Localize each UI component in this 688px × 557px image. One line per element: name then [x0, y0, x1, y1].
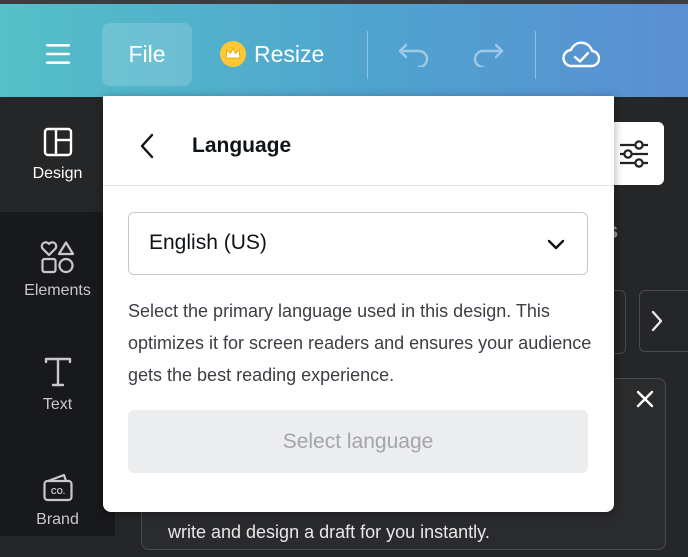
crown-icon	[220, 41, 246, 67]
info-card-text: write and design a draft for you instant…	[168, 522, 490, 542]
redo-button[interactable]	[466, 34, 510, 74]
sliders-icon	[620, 139, 648, 168]
sidebar-item-label: Text	[42, 395, 73, 413]
toolbar-divider	[535, 31, 536, 79]
resize-label: Resize	[254, 40, 325, 67]
sidebar-item-brand[interactable]: CO. Brand	[0, 442, 115, 557]
language-popup: Language English (US) Select the primary…	[103, 96, 614, 512]
chevron-down-icon	[547, 239, 565, 250]
file-button[interactable]: File	[102, 23, 192, 86]
sidebar-item-label: Elements	[24, 281, 91, 299]
sidebar-item-design[interactable]: Design	[0, 97, 115, 212]
popup-header: Language	[103, 96, 614, 186]
menu-button[interactable]	[36, 32, 80, 76]
chevron-right-icon	[651, 310, 663, 332]
cloud-check-icon	[562, 41, 600, 68]
sidebar-item-label: Design	[32, 164, 83, 182]
top-bar: File Resize	[0, 0, 688, 97]
popup-title: Language	[192, 134, 292, 157]
info-card-close-button[interactable]	[632, 386, 658, 412]
brand-icon: CO.	[42, 473, 73, 501]
back-button[interactable]	[131, 128, 163, 164]
language-dropdown[interactable]: English (US)	[128, 212, 588, 275]
sidebar-item-elements[interactable]: Elements	[0, 212, 115, 327]
carousel-next-button[interactable]	[639, 290, 688, 352]
toolbar-divider	[367, 31, 368, 79]
sidebar-item-text[interactable]: Text	[0, 327, 115, 442]
chevron-left-icon	[140, 133, 154, 159]
hamburger-menu-icon	[46, 44, 70, 64]
language-description: Select the primary language used in this…	[128, 301, 592, 385]
language-dropdown-value: English (US)	[149, 231, 267, 254]
left-sidebar: Design Elements Text CO. Brand	[0, 97, 115, 536]
undo-button[interactable]	[392, 34, 436, 74]
resize-button[interactable]: Resize	[220, 32, 324, 76]
elements-icon	[40, 240, 74, 273]
undo-icon	[398, 43, 429, 67]
redo-icon	[473, 43, 504, 67]
sidebar-item-label: Brand	[36, 510, 79, 528]
text-icon	[44, 357, 71, 386]
svg-text:CO.: CO.	[50, 487, 64, 496]
design-icon	[43, 127, 72, 156]
close-icon	[636, 390, 654, 408]
select-language-button[interactable]: Select language	[128, 410, 588, 473]
save-status-button[interactable]	[556, 32, 606, 76]
